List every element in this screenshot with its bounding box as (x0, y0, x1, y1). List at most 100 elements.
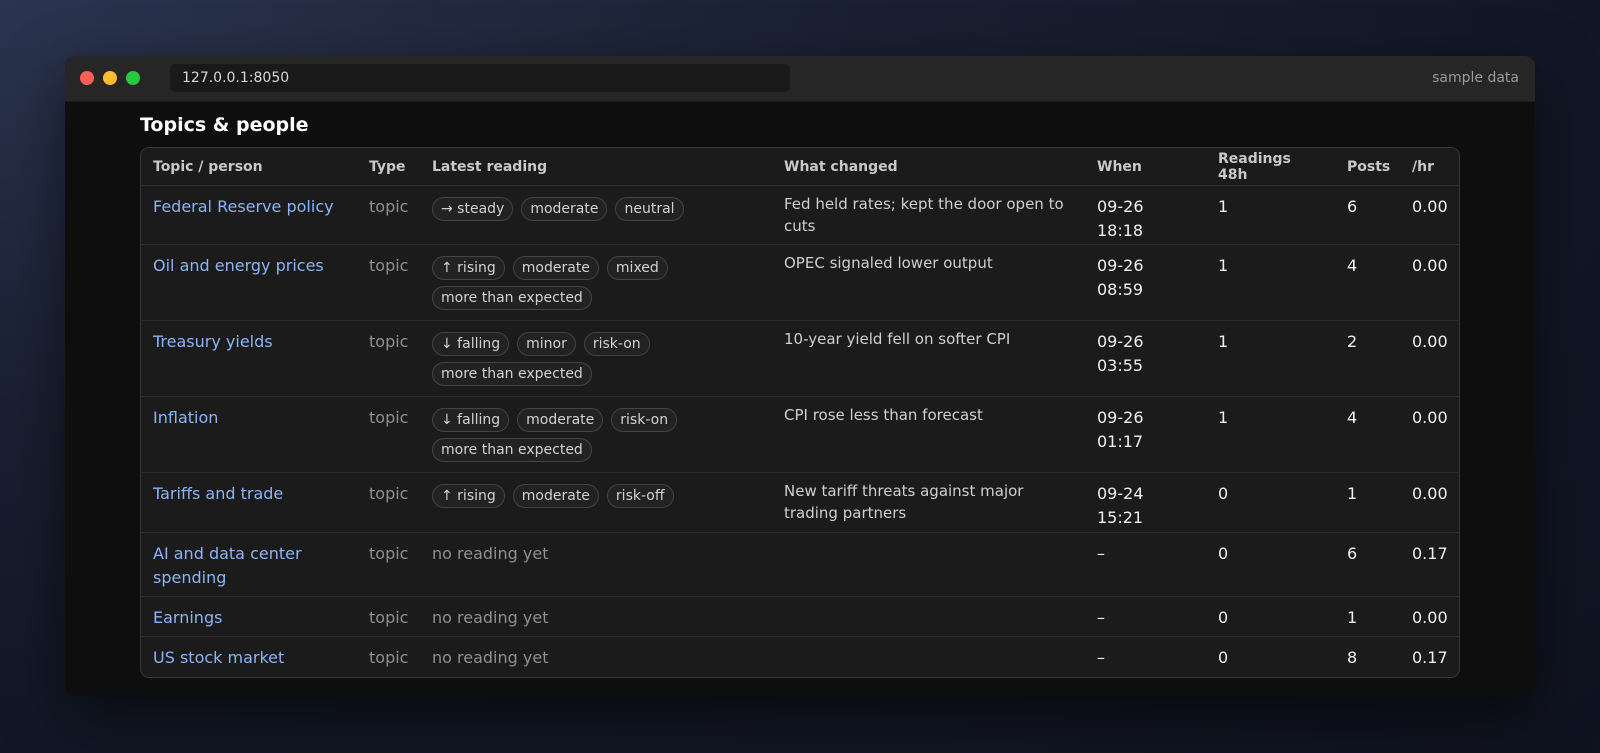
when-timestamp: 09-26 01:17 (1097, 408, 1144, 451)
posts-per-hour: 0.17 (1412, 544, 1448, 563)
posts-count: 6 (1347, 197, 1358, 216)
magnitude-tag: moderate (521, 197, 608, 221)
topic-link[interactable]: Oil and energy prices (153, 256, 324, 275)
readings-count: 1 (1218, 256, 1229, 275)
no-reading-text: no reading yet (432, 544, 549, 563)
table-row: Treasury yields topic ↓ falling minor ri… (141, 320, 1459, 397)
readings-count: 1 (1218, 332, 1229, 351)
table-row: Oil and energy prices topic ↑ rising mod… (141, 244, 1459, 321)
table-row: Tariffs and trade topic ↑ rising moderat… (141, 472, 1459, 533)
maximize-window-button[interactable] (126, 71, 140, 85)
topic-link[interactable]: Inflation (153, 408, 218, 427)
readings-count: 1 (1218, 408, 1229, 427)
close-window-button[interactable] (80, 71, 94, 85)
posts-per-hour: 0.17 (1412, 648, 1448, 667)
column-header-type[interactable]: Type (357, 148, 420, 186)
magnitude-tag: moderate (512, 484, 599, 508)
sentiment-tag: risk-on (583, 332, 650, 356)
posts-count: 2 (1347, 332, 1358, 351)
sentiment-tag: risk-off (606, 484, 674, 508)
table-row: Earnings topic no reading yet – 0 1 0.00 (141, 596, 1459, 637)
column-header-readings-48h[interactable]: Readings 48h (1206, 148, 1335, 186)
section-title: Topics & people (140, 114, 309, 136)
posts-count: 8 (1347, 648, 1358, 667)
column-header-posts[interactable]: Posts (1335, 148, 1400, 186)
reading-tags: ↑ rising moderate mixed more than expect… (432, 254, 760, 310)
readings-count: 1 (1218, 197, 1229, 216)
address-bar[interactable]: 127.0.0.1:8050 (170, 64, 790, 92)
readings-count: 0 (1218, 608, 1229, 627)
surprise-tag: more than expected (432, 438, 592, 462)
minimize-window-button[interactable] (103, 71, 117, 85)
posts-per-hour: 0.00 (1412, 197, 1448, 216)
sample-data-label: sample data (1432, 70, 1519, 86)
magnitude-tag: moderate (517, 408, 604, 432)
when-timestamp: – (1097, 608, 1105, 627)
when-timestamp: – (1097, 544, 1105, 563)
column-header-what-changed[interactable]: What changed (772, 148, 1085, 186)
posts-per-hour: 0.00 (1412, 332, 1448, 351)
sentiment-tag: risk-on (611, 408, 678, 432)
when-timestamp: – (1097, 648, 1105, 667)
column-header-rate[interactable]: /hr (1400, 148, 1459, 186)
column-header-latest-reading[interactable]: Latest reading (420, 148, 772, 186)
topic-link[interactable]: AI and data center spending (153, 544, 302, 587)
sentiment-tag: mixed (606, 256, 668, 280)
posts-per-hour: 0.00 (1412, 608, 1448, 627)
readings-count: 0 (1218, 544, 1229, 563)
when-timestamp: 09-24 15:21 (1097, 484, 1144, 527)
no-reading-text: no reading yet (432, 608, 549, 627)
when-timestamp: 09-26 18:18 (1097, 197, 1144, 240)
type-cell: topic (369, 197, 409, 216)
main-content: Topics & people Topic / person Type Late… (140, 101, 1460, 678)
sentiment-tag: neutral (615, 197, 684, 221)
posts-count: 1 (1347, 608, 1358, 627)
topic-link[interactable]: Tariffs and trade (153, 484, 283, 503)
reading-tags: → steady moderate neutral (432, 195, 760, 221)
no-reading-text: no reading yet (432, 648, 549, 667)
title-bar: 127.0.0.1:8050 sample data (65, 56, 1535, 102)
trend-tag: ↓ falling (432, 408, 510, 432)
readings-count: 0 (1218, 648, 1229, 667)
posts-count: 4 (1347, 256, 1358, 275)
topic-link[interactable]: Treasury yields (153, 332, 273, 351)
topics-table-container: Topic / person Type Latest reading What … (140, 147, 1460, 678)
topics-table: Topic / person Type Latest reading What … (141, 148, 1459, 677)
what-changed-text: Fed held rates; kept the door open to cu… (784, 195, 1064, 235)
trend-tag: → steady (432, 197, 514, 221)
reading-tags: ↓ falling moderate risk-on more than exp… (432, 406, 760, 462)
posts-per-hour: 0.00 (1412, 408, 1448, 427)
magnitude-tag: moderate (512, 256, 599, 280)
table-row: Federal Reserve policy topic → steady mo… (141, 185, 1459, 245)
column-header-when[interactable]: When (1085, 148, 1206, 186)
topic-link[interactable]: US stock market (153, 648, 284, 667)
table-header-row: Topic / person Type Latest reading What … (141, 148, 1459, 186)
browser-window: 127.0.0.1:8050 sample data Topics & peop… (65, 56, 1535, 696)
trend-tag: ↓ falling (432, 332, 510, 356)
surprise-tag: more than expected (432, 362, 592, 386)
what-changed-text: CPI rose less than forecast (784, 406, 983, 424)
type-cell: topic (369, 484, 409, 503)
trend-tag: ↑ rising (432, 256, 505, 280)
type-cell: topic (369, 608, 409, 627)
reading-tags: ↓ falling minor risk-on more than expect… (432, 330, 760, 386)
readings-count: 0 (1218, 484, 1229, 503)
magnitude-tag: minor (517, 332, 576, 356)
column-header-topic[interactable]: Topic / person (141, 148, 357, 186)
what-changed-text: 10-year yield fell on softer CPI (784, 330, 1011, 348)
posts-count: 4 (1347, 408, 1358, 427)
type-cell: topic (369, 256, 409, 275)
topic-link[interactable]: Federal Reserve policy (153, 197, 334, 216)
when-timestamp: 09-26 03:55 (1097, 332, 1144, 375)
table-row: Inflation topic ↓ falling moderate risk-… (141, 396, 1459, 473)
type-cell: topic (369, 408, 409, 427)
topic-link[interactable]: Earnings (153, 608, 222, 627)
reading-tags: ↑ rising moderate risk-off (432, 482, 760, 508)
type-cell: topic (369, 332, 409, 351)
posts-count: 6 (1347, 544, 1358, 563)
what-changed-text: New tariff threats against major trading… (784, 482, 1024, 522)
type-cell: topic (369, 544, 409, 563)
type-cell: topic (369, 648, 409, 667)
posts-per-hour: 0.00 (1412, 484, 1448, 503)
when-timestamp: 09-26 08:59 (1097, 256, 1144, 299)
